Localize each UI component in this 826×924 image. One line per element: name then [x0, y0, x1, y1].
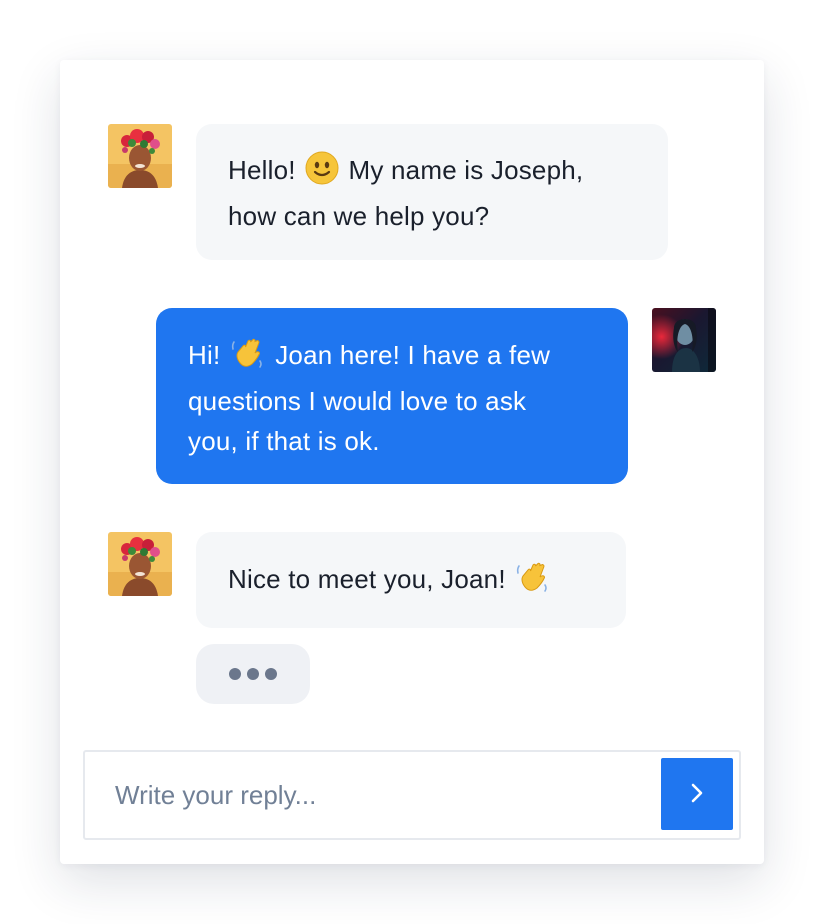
message-bubble-outgoing: Hi! Joan here! I have a few questions I …	[156, 308, 628, 484]
reply-input[interactable]	[115, 770, 635, 820]
typing-dot	[265, 668, 277, 680]
message-text: questions I would love to ask	[188, 386, 527, 416]
avatar-joseph	[108, 124, 172, 188]
chevron-right-icon	[686, 782, 708, 807]
message-text: Hi!	[188, 340, 228, 370]
send-button[interactable]	[661, 758, 733, 830]
typing-dot	[229, 668, 241, 680]
avatar-joan	[652, 308, 716, 372]
message-text: Hello!	[228, 155, 304, 185]
waving-hand-icon	[515, 558, 551, 605]
message-text: Nice to meet you, Joan!	[228, 564, 514, 594]
message-bubble-incoming: Hello! My name is Joseph, how can we hel…	[196, 124, 668, 260]
slightly-smiling-face-icon	[305, 151, 339, 196]
message-text: Joan here! I have a few	[267, 340, 551, 370]
reply-composer	[83, 750, 741, 840]
message-text: My name is Joseph,	[341, 155, 584, 185]
waving-hand-icon	[230, 334, 266, 381]
chat-window: Hello! My name is Joseph, how can we hel…	[60, 60, 764, 864]
typing-indicator	[196, 644, 310, 704]
typing-dot	[247, 668, 259, 680]
message-bubble-incoming: Nice to meet you, Joan!	[196, 532, 626, 628]
avatar-joseph	[108, 532, 172, 596]
message-text: you, if that is ok.	[188, 426, 380, 456]
message-text: how can we help you?	[228, 201, 490, 231]
